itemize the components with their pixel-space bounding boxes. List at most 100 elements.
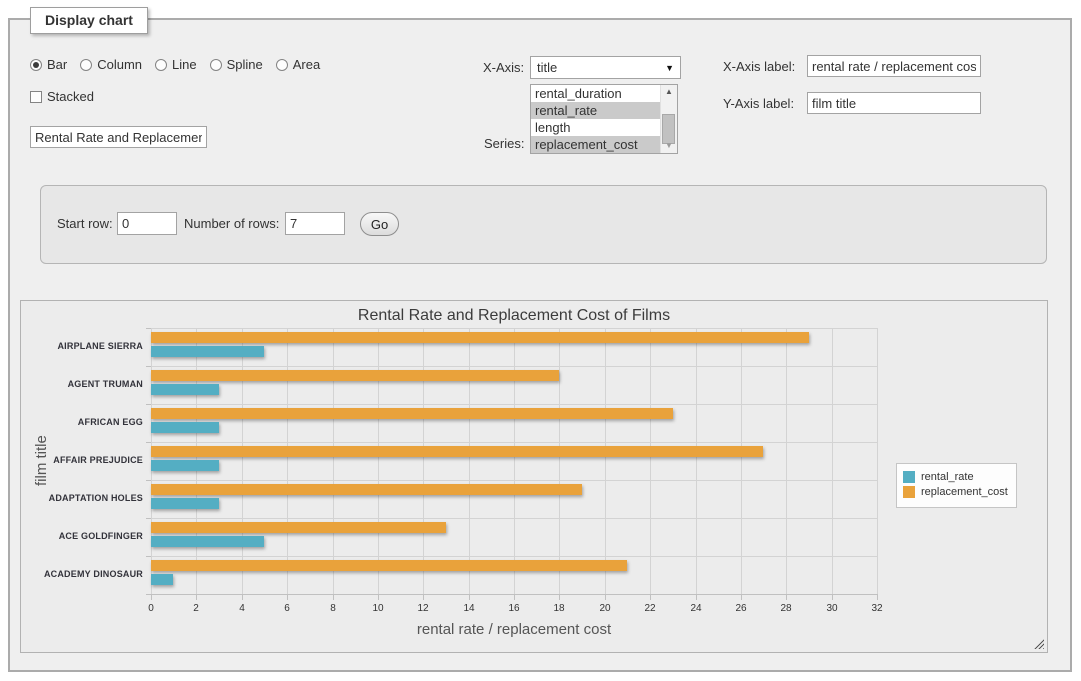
x-axis-select-label: X-Axis: <box>483 60 524 75</box>
gridline-horizontal <box>151 366 877 367</box>
x-tick-label: 18 <box>539 603 579 614</box>
x-tick-label: 32 <box>857 603 897 614</box>
x-tick-mark <box>242 595 243 600</box>
gridline-horizontal <box>151 328 877 329</box>
y-tick-mark <box>146 556 151 557</box>
radio-icon[interactable] <box>276 59 288 71</box>
x-tick-label: 28 <box>766 603 806 614</box>
chart-type-radio-area[interactable]: Area <box>276 57 320 72</box>
y-tick-mark <box>146 404 151 405</box>
x-axis-label-field-label: X-Axis label: <box>723 59 795 74</box>
legend-item-rental_rate[interactable]: rental_rate <box>903 471 1008 483</box>
bar-rental_rate <box>151 422 219 433</box>
gridline-vertical <box>832 328 833 594</box>
bar-replacement_cost <box>151 522 446 533</box>
bar-replacement_cost <box>151 484 582 495</box>
x-tick-mark <box>832 595 833 600</box>
series-select[interactable]: rental_durationrental_ratelengthreplacem… <box>530 84 678 154</box>
gridline-vertical <box>696 328 697 594</box>
x-axis-label-input[interactable] <box>807 55 981 77</box>
legend-item-replacement_cost[interactable]: replacement_cost <box>903 486 1008 498</box>
gridline-horizontal <box>151 556 877 557</box>
bar-rental_rate <box>151 346 264 357</box>
scroll-up-icon[interactable]: ▲ <box>661 85 677 99</box>
chart-title: Rental Rate and Replacement Cost of Film… <box>151 307 877 325</box>
series-option-length[interactable]: length <box>531 119 660 136</box>
series-option-rental_rate[interactable]: rental_rate <box>531 102 660 119</box>
x-tick-label: 20 <box>585 603 625 614</box>
category-label: AIRPLANE SIERRA <box>21 341 143 351</box>
category-label: AFRICAN EGG <box>21 417 143 427</box>
gridline-vertical <box>333 328 334 594</box>
x-tick-label: 10 <box>358 603 398 614</box>
bar-replacement_cost <box>151 560 627 571</box>
radio-label: Bar <box>47 57 67 72</box>
stacked-checkbox[interactable] <box>30 91 42 103</box>
series-scrollbar[interactable]: ▲ ▼ <box>660 85 677 153</box>
x-tick-label: 12 <box>403 603 443 614</box>
stacked-label: Stacked <box>47 89 94 104</box>
gridline-vertical <box>514 328 515 594</box>
radio-icon[interactable] <box>210 59 222 71</box>
x-tick-label: 6 <box>267 603 307 614</box>
y-tick-mark <box>146 518 151 519</box>
panel-legend: Display chart <box>30 7 148 34</box>
radio-icon[interactable] <box>30 59 42 71</box>
radio-icon[interactable] <box>80 59 92 71</box>
gridline-vertical <box>242 328 243 594</box>
gridline-vertical <box>741 328 742 594</box>
x-tick-label: 8 <box>313 603 353 614</box>
radio-label: Spline <box>227 57 263 72</box>
scroll-down-icon[interactable]: ▼ <box>661 139 677 153</box>
category-label: ACADEMY DINOSAUR <box>21 569 143 579</box>
x-tick-label: 2 <box>176 603 216 614</box>
x-tick-mark <box>741 595 742 600</box>
legend-swatch <box>903 486 915 498</box>
x-tick-mark <box>650 595 651 600</box>
radio-label: Column <box>97 57 142 72</box>
gridline-vertical <box>469 328 470 594</box>
x-tick-mark <box>605 595 606 600</box>
chart-title-input[interactable] <box>30 126 207 148</box>
gridline-vertical <box>650 328 651 594</box>
gridline-horizontal <box>151 518 877 519</box>
go-button[interactable]: Go <box>360 212 399 236</box>
series-option-rental_duration[interactable]: rental_duration <box>531 85 660 102</box>
bar-rental_rate <box>151 574 173 585</box>
bar-replacement_cost <box>151 446 763 457</box>
series-select-label: Series: <box>484 136 524 151</box>
num-rows-input[interactable] <box>285 212 345 235</box>
x-tick-mark <box>786 595 787 600</box>
gridline-vertical <box>378 328 379 594</box>
category-label: ADAPTATION HOLES <box>21 493 143 503</box>
resize-handle-icon[interactable] <box>1034 639 1044 649</box>
legend-label: replacement_cost <box>921 486 1008 498</box>
chart-type-radio-column[interactable]: Column <box>80 57 142 72</box>
x-tick-mark <box>378 595 379 600</box>
gridline-vertical <box>287 328 288 594</box>
stacked-checkbox-row[interactable]: Stacked <box>30 89 94 104</box>
chart-type-radio-line[interactable]: Line <box>155 57 197 72</box>
gridline-vertical <box>786 328 787 594</box>
x-tick-label: 30 <box>812 603 852 614</box>
radio-icon[interactable] <box>155 59 167 71</box>
gridline-horizontal <box>151 480 877 481</box>
x-tick-mark <box>469 595 470 600</box>
start-row-input[interactable] <box>117 212 177 235</box>
x-tick-mark <box>287 595 288 600</box>
gridline-vertical <box>559 328 560 594</box>
bar-replacement_cost <box>151 408 673 419</box>
chart-type-radio-spline[interactable]: Spline <box>210 57 263 72</box>
x-tick-mark <box>423 595 424 600</box>
x-tick-mark <box>877 595 878 600</box>
y-tick-mark <box>146 442 151 443</box>
x-axis-select[interactable]: title ▼ <box>530 56 681 79</box>
category-label: AGENT TRUMAN <box>21 379 143 389</box>
y-axis-label-input[interactable] <box>807 92 981 114</box>
x-tick-mark <box>333 595 334 600</box>
chart-type-radio-bar[interactable]: Bar <box>30 57 67 72</box>
y-tick-mark <box>146 366 151 367</box>
x-tick-mark <box>559 595 560 600</box>
series-option-replacement_cost[interactable]: replacement_cost <box>531 136 660 153</box>
x-tick-mark <box>196 595 197 600</box>
